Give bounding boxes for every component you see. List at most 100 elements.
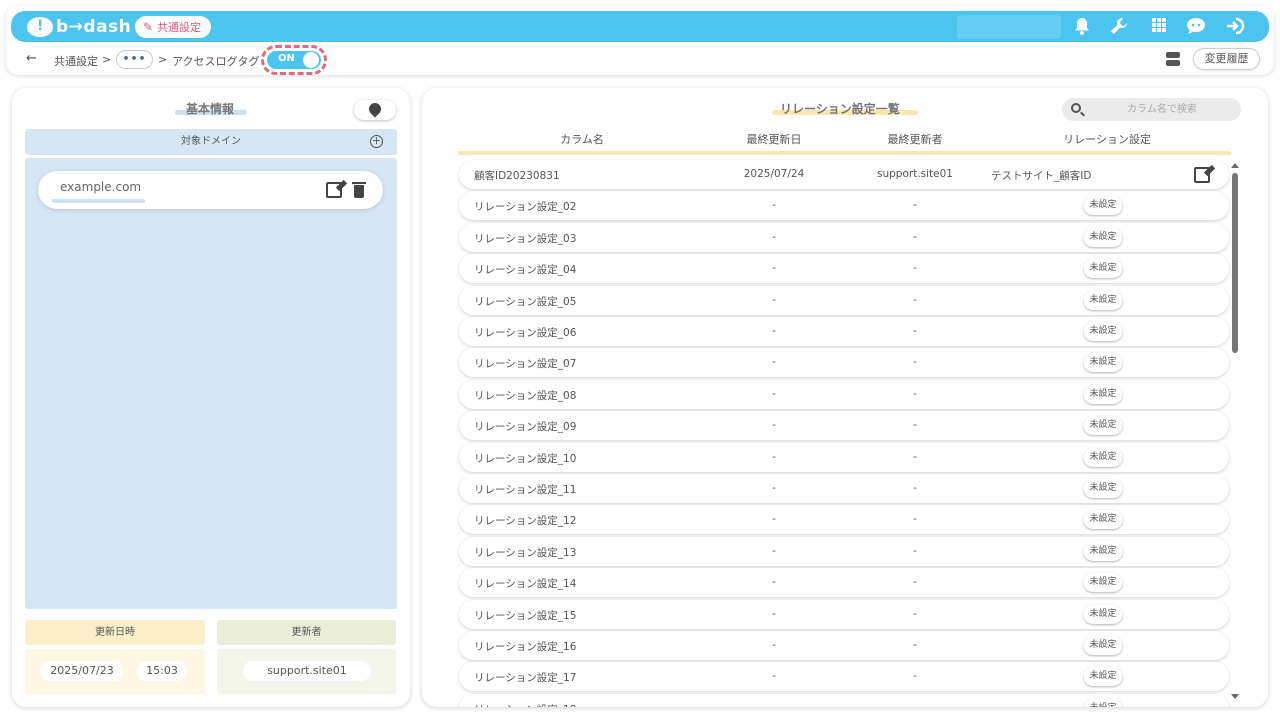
relation-settings-panel: リレーション設定一覧 カラム名 最終更新日 最終更新者 リレーション設定 顧客I… (422, 88, 1268, 707)
unset-badge[interactable]: 未設定 (1083, 259, 1123, 279)
unset-badge[interactable]: 未設定 (1083, 573, 1123, 593)
breadcrumb-current: アクセスログタグ (172, 55, 260, 68)
row-column-name: リレーション設定_11 (474, 484, 577, 496)
row-updated-date: - (772, 544, 776, 557)
app-logo[interactable]: b→dash (27, 15, 131, 39)
chat-icon[interactable] (1186, 17, 1206, 37)
row-updated-date: - (772, 576, 776, 589)
grid-icon[interactable] (1149, 17, 1169, 37)
row-updated-user: - (913, 482, 917, 494)
change-history-button[interactable]: 変更履歴 (1193, 48, 1260, 70)
search-input[interactable] (1092, 101, 1232, 118)
scroll-thumb[interactable] (1232, 173, 1238, 353)
unset-badge[interactable]: 未設定 (1083, 510, 1123, 530)
trash-icon[interactable] (352, 182, 366, 198)
row-column-name: リレーション設定_08 (474, 389, 577, 402)
row-column-name: リレーション設定_13 (474, 546, 577, 559)
scroll-up-icon[interactable] (1231, 163, 1239, 168)
row-column-name: リレーション設定_17 (474, 672, 577, 685)
toggle-highlight: ON (261, 45, 327, 75)
row-updated-user: - (913, 262, 917, 275)
scrollbar[interactable] (1231, 163, 1239, 699)
row-updated-user: - (913, 670, 917, 683)
edit-icon[interactable] (1194, 167, 1210, 183)
row-column-name: リレーション設定_10 (474, 452, 577, 465)
breadcrumb-separator: > (102, 53, 112, 66)
table-row[interactable]: リレーション設定_08 - - 未設定 (459, 379, 1229, 409)
unset-badge[interactable]: 未設定 (1083, 290, 1123, 310)
unset-badge[interactable]: 未設定 (1083, 479, 1123, 498)
row-updated-user: - (913, 419, 917, 432)
unset-badge[interactable]: 未設定 (1083, 353, 1123, 373)
table-row[interactable]: リレーション設定_14 - - 未設定 (459, 568, 1229, 598)
row-column-name: リレーション設定_18 (474, 702, 576, 707)
common-settings-button[interactable]: ✎ 共通設定 (135, 16, 212, 38)
row-updated-date: - (772, 513, 776, 526)
unset-badge[interactable]: 未設定 (1083, 196, 1123, 216)
updater-area: support.site01 (217, 649, 396, 694)
table-row[interactable]: リレーション設定_12 - - 未設定 (459, 505, 1229, 535)
scroll-down-icon[interactable] (1231, 694, 1239, 699)
row-updated-user: - (913, 544, 917, 557)
table-row[interactable]: リレーション設定_16 - - 未設定 (459, 631, 1229, 660)
wrench-icon[interactable] (1109, 17, 1129, 37)
table-row[interactable]: リレーション設定_17 - - 未設定 (459, 662, 1229, 692)
table-row[interactable]: 顧客ID20230831 2025/07/24 support.site01 テストサ… (459, 160, 1229, 189)
breadcrumb-more-button[interactable]: ••• (116, 50, 153, 69)
row-updated-date: - (772, 482, 776, 494)
server-icon[interactable] (1166, 52, 1180, 66)
unset-badge[interactable]: 未設定 (1083, 227, 1123, 247)
table-row[interactable]: リレーション設定_05 - - 未設定 (459, 285, 1229, 315)
table-row[interactable]: リレーション設定_15 - - 未設定 (459, 599, 1229, 629)
row-updated-user: - (913, 325, 917, 337)
unset-badge[interactable]: 未設定 (1083, 636, 1123, 655)
back-arrow-icon[interactable]: ← (26, 51, 37, 66)
top-bar: b→dash ✎ 共通設定 (11, 11, 1269, 42)
table-row[interactable]: リレーション設定_06 - - 未設定 (459, 317, 1229, 346)
table-row[interactable]: リレーション設定_02 - - 未設定 (459, 191, 1229, 221)
unset-badge[interactable]: 未設定 (1083, 322, 1123, 341)
row-column-name: リレーション設定_03 (474, 232, 577, 245)
unset-badge[interactable]: 未設定 (1083, 384, 1123, 404)
ip-settings-button[interactable] (354, 100, 396, 120)
column-header-name: カラム名 (560, 133, 604, 146)
column-search[interactable] (1062, 98, 1241, 121)
table-row[interactable]: リレーション設定_03 - - 未設定 (459, 222, 1229, 252)
unset-badge[interactable]: 未設定 (1083, 416, 1123, 436)
unset-badge[interactable]: 未設定 (1083, 698, 1123, 707)
logout-icon[interactable] (1225, 17, 1245, 37)
bell-icon[interactable] (1072, 17, 1092, 37)
unset-badge[interactable]: 未設定 (1083, 447, 1123, 467)
row-updated-date: - (772, 419, 776, 432)
updated-datetime-area: 2025/07/23 15:03 (25, 649, 205, 694)
row-updated-date: - (772, 230, 776, 243)
unset-badge[interactable]: 未設定 (1083, 604, 1123, 624)
table-row[interactable]: リレーション設定_13 - - 未設定 (459, 536, 1229, 566)
row-updated-user: - (913, 702, 917, 707)
row-column-name: リレーション設定_12 (474, 515, 577, 528)
logo-text: b→dash (56, 17, 132, 37)
row-column-name: リレーション設定_16 (474, 641, 577, 653)
table-row[interactable]: リレーション設定_07 - - 未設定 (459, 348, 1229, 378)
toggle-label: ON (278, 53, 295, 64)
row-updated-date: - (772, 607, 776, 620)
table-row[interactable]: リレーション設定_09 - - 未設定 (459, 411, 1229, 441)
row-updated-date: - (772, 262, 776, 275)
row-updated-date: - (772, 293, 776, 306)
row-updated-date: - (772, 702, 776, 707)
row-column-name: リレーション設定_05 (474, 295, 577, 308)
on-off-toggle[interactable]: ON (267, 51, 321, 69)
user-info-redacted[interactable] (957, 15, 1061, 39)
add-domain-icon[interactable]: + (370, 135, 383, 148)
edit-icon[interactable] (326, 182, 342, 198)
breadcrumb-common-settings[interactable]: 共通設定 (54, 53, 98, 69)
table-row[interactable]: リレーション設定_04 - - 未設定 (459, 254, 1229, 284)
logo-bubble-icon (27, 17, 53, 37)
unset-badge[interactable]: 未設定 (1083, 667, 1123, 687)
row-column-name: リレーション設定_09 (474, 421, 577, 434)
table-row[interactable]: リレーション設定_18 - - 未設定 (459, 693, 1229, 707)
breadcrumb-separator: > (158, 53, 168, 66)
table-row[interactable]: リレーション設定_10 - - 未設定 (459, 442, 1229, 472)
unset-badge[interactable]: 未設定 (1083, 541, 1123, 561)
table-row[interactable]: リレーション設定_11 - - 未設定 (459, 474, 1229, 503)
